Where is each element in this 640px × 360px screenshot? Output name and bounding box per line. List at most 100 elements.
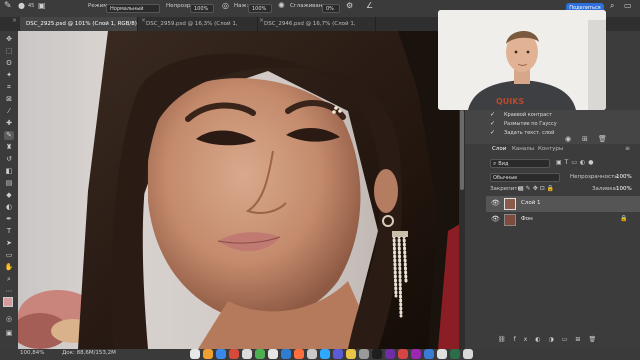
presenter-video: QUIKS (438, 10, 606, 110)
filter-icons[interactable]: ▣T▭◐● (556, 159, 596, 166)
eraser-tool-icon[interactable]: ◧ (4, 167, 14, 176)
stamp-tool-icon[interactable]: ♜ (4, 143, 14, 152)
layer-filter-select[interactable]: ⌕ Вид (490, 159, 550, 168)
search-icon[interactable]: ⌕ (610, 1, 614, 11)
opacity-field[interactable]: 100% (190, 4, 214, 13)
brush-settings-icon[interactable]: ▣ (38, 1, 46, 10)
snapshot-icon[interactable]: ◉ (565, 135, 571, 143)
layer-bottom-actions[interactable]: ⛓fx◐◑▭⊞🗑 (498, 336, 604, 343)
fill-value[interactable]: 100% (616, 186, 632, 192)
close-icon[interactable]: × (141, 17, 146, 24)
dock-app-icon[interactable] (359, 349, 369, 359)
quick-select-tool-icon[interactable]: ✦ (4, 71, 14, 80)
frame-tool-icon[interactable]: ⊠ (4, 95, 14, 104)
shape-tool-icon[interactable]: ▭ (4, 251, 14, 260)
tools-panel: ✥ ⬚ ʘ ✦ ⌗ ⊠ ⁄ ✚ ✎ ♜ ↺ ◧ ▤ ◆ ◐ ✒ T ➤ ▭ ✋ … (0, 31, 19, 349)
trash-icon[interactable]: 🗑 (598, 135, 607, 143)
dock-app-icon[interactable] (294, 349, 304, 359)
opacity-label: Непрозрачность: (570, 174, 620, 180)
filter-label: Вид (498, 161, 509, 167)
lock-icons[interactable]: ▦✎✥⊡🔒 (518, 185, 556, 192)
brush-preset-icon[interactable]: ● (18, 1, 25, 10)
dock-app-icon[interactable] (307, 349, 317, 359)
crop-tool-icon[interactable]: ⌗ (4, 83, 14, 92)
dock-app-icon[interactable] (229, 349, 239, 359)
dock-app-icon[interactable] (203, 349, 213, 359)
document-canvas[interactable] (18, 31, 465, 349)
layer-name: Фон (521, 216, 533, 222)
close-icon[interactable]: × (12, 17, 17, 24)
smoothing-field[interactable]: 0% (322, 4, 340, 13)
pressure-label: Наж: (234, 3, 249, 9)
dock-app-icon[interactable] (450, 349, 460, 359)
layer-row-1[interactable]: 👁 Слой 1 (486, 196, 640, 212)
history-item[interactable]: Краевой контраст (504, 111, 634, 119)
tab-layers[interactable]: Слои (492, 146, 506, 152)
history-item[interactable]: Размытие по Гауссу (504, 120, 634, 128)
airbrush-icon[interactable]: ✺ (278, 1, 285, 10)
new-document-icon[interactable]: ⊞ (582, 135, 588, 143)
dock-app-icon[interactable] (268, 349, 278, 359)
dock-app-icon[interactable] (333, 349, 343, 359)
brush-size-value: 45 (28, 3, 35, 9)
check-icon: ✓ (490, 120, 496, 127)
panel-menu-icon[interactable]: ≡ (625, 145, 630, 152)
dock-app-icon[interactable] (411, 349, 421, 359)
zoom-level[interactable]: 100,84% (20, 350, 44, 356)
screen-mode-icon[interactable]: ▣ (4, 329, 14, 338)
gradient-tool-icon[interactable]: ▤ (4, 179, 14, 188)
pen-tool-icon[interactable]: ✒ (4, 215, 14, 224)
dock-app-icon[interactable] (242, 349, 252, 359)
dock-app-icon[interactable] (437, 349, 447, 359)
angle-icon[interactable]: ∠ (366, 1, 373, 10)
svg-text:QUIKS: QUIKS (496, 97, 524, 106)
hand-tool-icon[interactable]: ✋ (4, 263, 14, 272)
history-brush-icon[interactable]: ↺ (4, 155, 14, 164)
foreground-color-swatch[interactable] (3, 297, 13, 307)
workspace-icon[interactable]: ▭ (624, 1, 632, 10)
dock-app-icon[interactable] (398, 349, 408, 359)
layer-name: Слой 1 (521, 200, 541, 206)
dock-app-icon[interactable] (346, 349, 356, 359)
blur-tool-icon[interactable]: ◆ (4, 191, 14, 200)
tab-dsc-2946[interactable]: DSC_2946.psd @ 16,7% (Слой 1, RGB/8) (258, 17, 376, 41)
healing-tool-icon[interactable]: ✚ (4, 119, 14, 128)
smoothing-settings-icon[interactable]: ⚙ (346, 1, 353, 10)
quick-mask-icon[interactable]: ◎ (4, 315, 14, 324)
tab-paths[interactable]: Контуры (538, 146, 563, 152)
eyedropper-tool-icon[interactable]: ⁄ (4, 107, 14, 116)
pressure-opacity-icon[interactable]: ◎ (222, 1, 229, 10)
layer-row-background[interactable]: 👁 Фон 🔒 (486, 212, 640, 228)
visibility-eye-icon[interactable]: 👁 (491, 199, 500, 207)
marquee-tool-icon[interactable]: ⬚ (4, 47, 14, 56)
move-tool-icon[interactable]: ✥ (4, 35, 14, 44)
tab-dsc-2959[interactable]: DSC_2959.psd @ 16,3% (Слой 1, RGB/8) (140, 17, 258, 41)
layer-opacity-value[interactable]: 100% (616, 174, 632, 180)
brush-tool-icon[interactable]: ✎ (4, 1, 12, 11)
dock-app-icon[interactable] (281, 349, 291, 359)
scrollbar-thumb[interactable] (460, 110, 464, 190)
photoshop-icon[interactable] (320, 349, 330, 359)
close-icon[interactable]: × (259, 17, 264, 24)
path-select-icon[interactable]: ➤ (4, 239, 14, 248)
blend-mode-select[interactable]: Обычные (490, 173, 560, 182)
dock-app-icon[interactable] (372, 349, 382, 359)
portrait-photo (18, 31, 465, 349)
tab-dsc-2925[interactable]: DSC_2925.psd @ 101% (Слой 1, RGB/8) * (20, 17, 138, 41)
trash-dock-icon[interactable] (463, 349, 473, 359)
dock-app-icon[interactable] (255, 349, 265, 359)
dock-app-icon[interactable] (424, 349, 434, 359)
dodge-tool-icon[interactable]: ◐ (4, 203, 14, 212)
lasso-tool-icon[interactable]: ʘ (4, 59, 14, 68)
more-tools-icon[interactable]: ⋯ (4, 287, 14, 296)
mode-select[interactable]: Нормальный (106, 4, 160, 13)
tab-channels[interactable]: Каналы (512, 146, 534, 152)
visibility-eye-icon[interactable]: 👁 (491, 215, 500, 223)
dock-app-icon[interactable] (216, 349, 226, 359)
type-tool-icon[interactable]: T (4, 227, 14, 236)
finder-icon[interactable] (190, 349, 200, 359)
zoom-tool-icon[interactable]: ⌕ (4, 275, 14, 284)
brush-tool-icon[interactable]: ✎ (4, 131, 14, 140)
dock-app-icon[interactable] (385, 349, 395, 359)
pressure-field[interactable]: 100% (248, 4, 272, 13)
